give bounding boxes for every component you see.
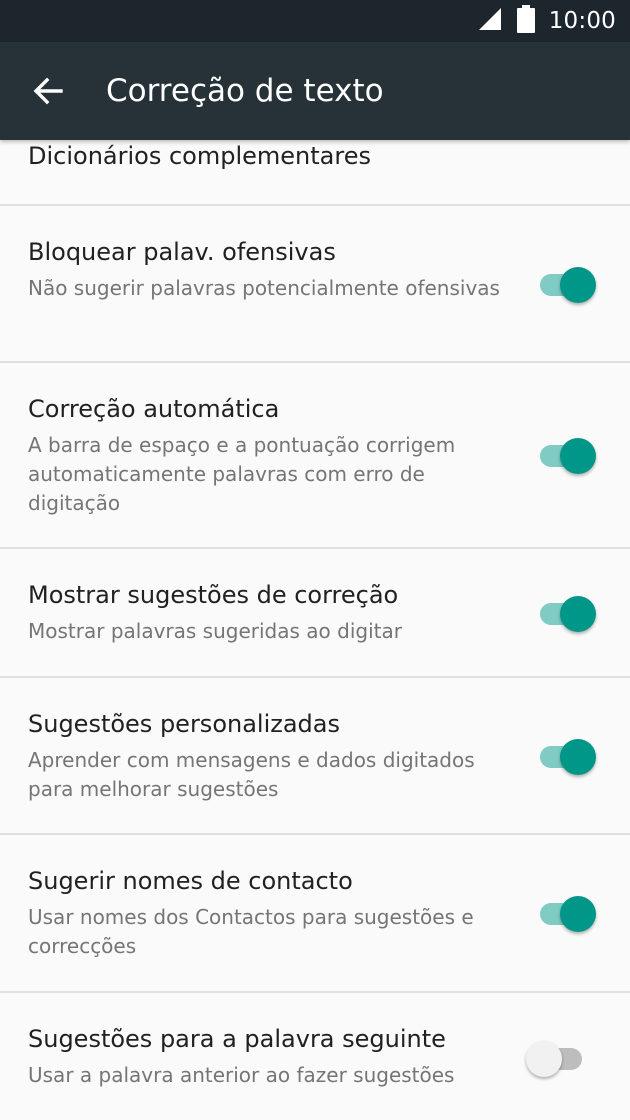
setting-title: Bloquear palav. ofensivas: [28, 238, 336, 266]
setting-personalized-suggestions[interactable]: Sugestões personalizadas Aprender com me…: [0, 678, 630, 835]
arrow-left-icon: [32, 75, 64, 111]
page-title: Correção de texto: [106, 73, 384, 109]
switch-thumb: [560, 267, 596, 303]
switch-thumb: [560, 596, 596, 632]
signal-icon: [477, 6, 503, 36]
setting-summary: Mostrar palavras sugeridas ao digitar: [28, 619, 402, 643]
setting-suggest-contact-names[interactable]: Sugerir nomes de contacto Usar nomes dos…: [0, 835, 630, 993]
show-suggestions-toggle[interactable]: [538, 592, 598, 632]
switch-thumb: [560, 438, 596, 474]
status-time: 10:00: [548, 8, 616, 34]
auto-correction-toggle[interactable]: [538, 434, 598, 474]
back-button[interactable]: [22, 67, 74, 119]
setting-summary: Usar a palavra anterior ao fazer sugestõ…: [28, 1063, 455, 1087]
setting-summary: Não sugerir palavras potencialmente ofen…: [28, 276, 500, 300]
battery-icon: [516, 5, 535, 37]
setting-summary: Aprender com mensagens e dados digitados…: [28, 748, 475, 801]
settings-list: Dicionários complementares Bloquear pala…: [0, 140, 630, 1120]
setting-summary: Usar nomes dos Contactos para sugestões …: [28, 905, 474, 958]
next-word-toggle[interactable]: [526, 1037, 586, 1077]
setting-title: Sugerir nomes de contacto: [28, 867, 353, 895]
setting-supplementary-dictionaries[interactable]: Dicionários complementares: [0, 140, 630, 206]
contact-names-toggle[interactable]: [538, 892, 598, 932]
setting-title: Mostrar sugestões de correção: [28, 581, 399, 609]
block-offensive-toggle[interactable]: [538, 263, 598, 303]
status-bar: 10:00: [0, 0, 630, 42]
setting-show-correction-suggestions[interactable]: Mostrar sugestões de correção Mostrar pa…: [0, 549, 630, 678]
setting-title: Sugestões para a palavra seguinte: [28, 1025, 446, 1053]
personalized-suggestions-toggle[interactable]: [538, 735, 598, 775]
setting-summary: A barra de espaço e a pontuação corrigem…: [28, 433, 456, 515]
switch-thumb: [560, 896, 596, 932]
setting-next-word-suggestions[interactable]: Sugestões para a palavra seguinte Usar a…: [0, 993, 630, 1120]
setting-block-offensive-words[interactable]: Bloquear palav. ofensivas Não sugerir pa…: [0, 206, 630, 363]
switch-thumb: [526, 1041, 562, 1077]
setting-title: Correção automática: [28, 395, 280, 423]
status-icons: 10:00: [477, 0, 616, 42]
app-bar: Correção de texto: [0, 42, 630, 140]
setting-auto-correction[interactable]: Correção automática A barra de espaço e …: [0, 363, 630, 549]
setting-title: Sugestões personalizadas: [28, 710, 340, 738]
switch-thumb: [560, 739, 596, 775]
setting-title: Dicionários complementares: [28, 142, 371, 170]
